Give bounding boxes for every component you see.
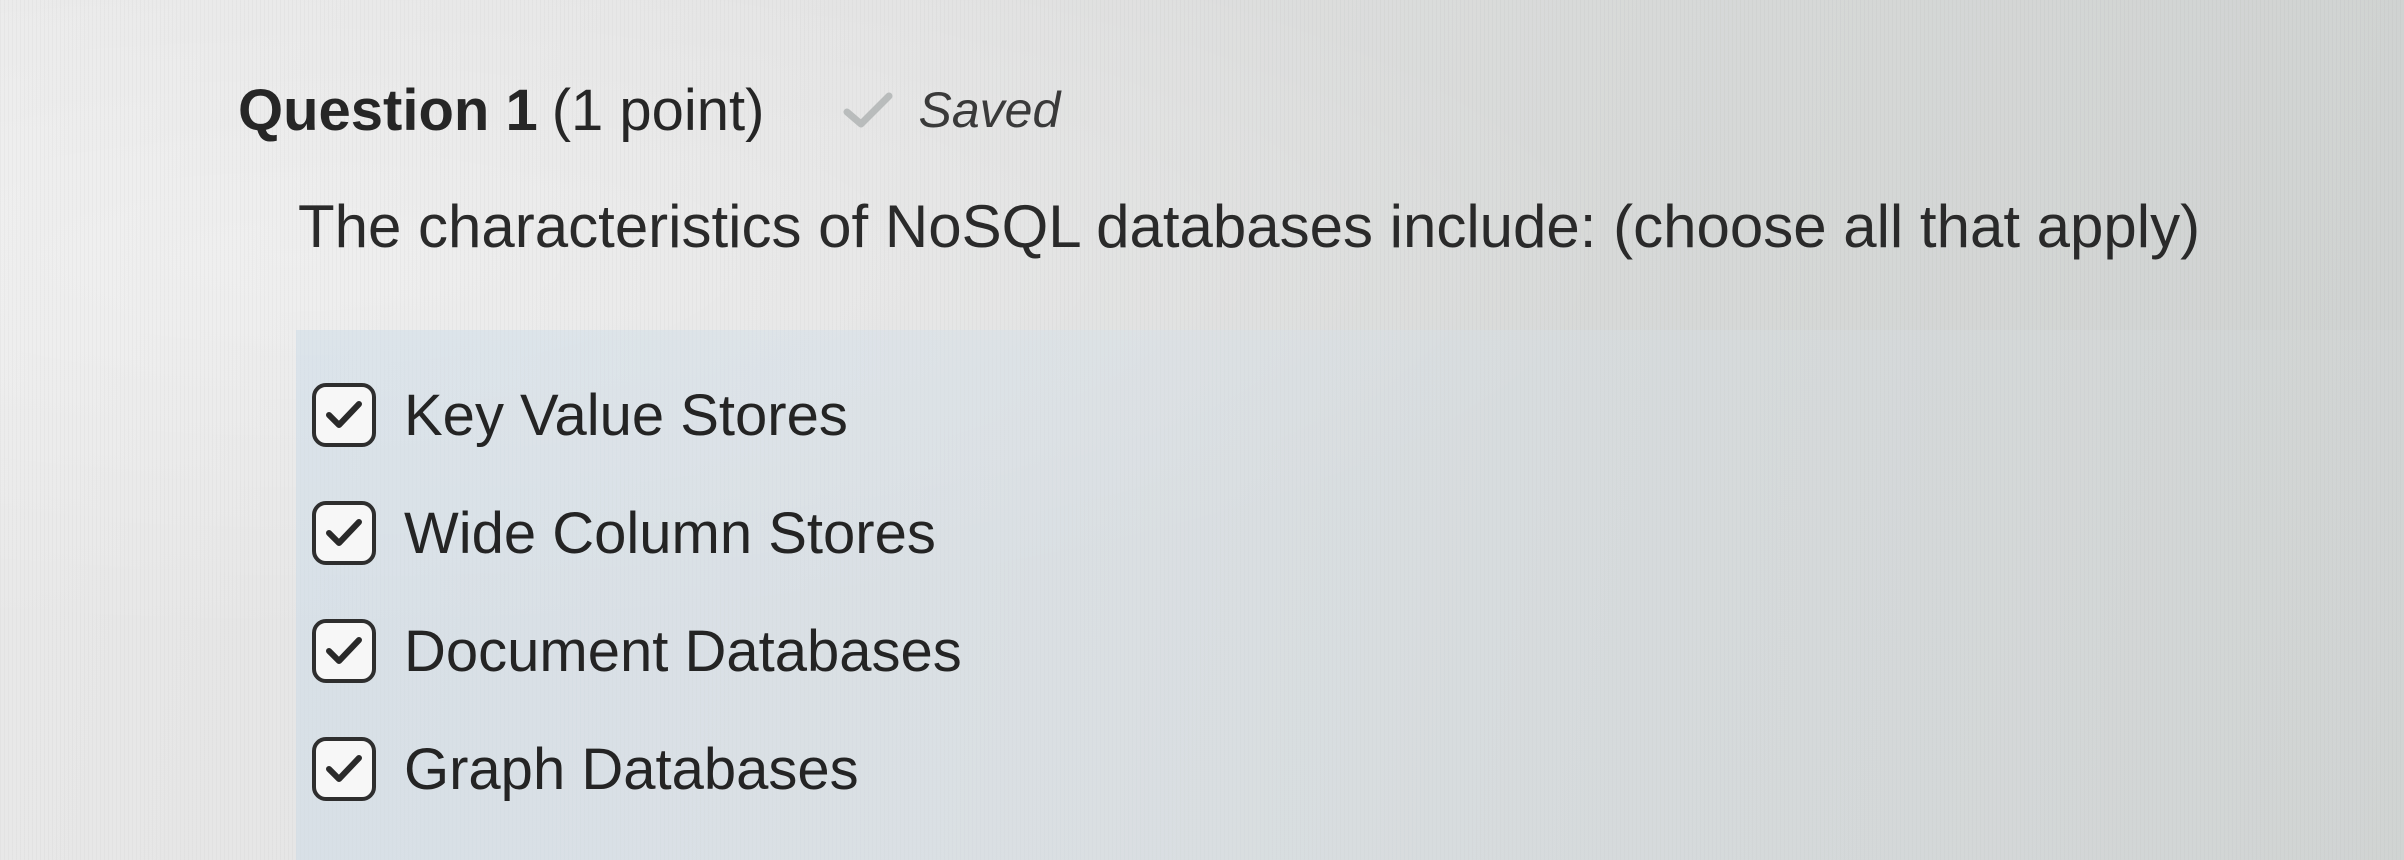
option-key-value-stores[interactable]: Key Value Stores bbox=[312, 356, 962, 474]
checkmark-icon bbox=[326, 519, 362, 546]
option-checkbox[interactable] bbox=[312, 619, 376, 683]
option-document-databases[interactable]: Document Databases bbox=[312, 592, 962, 710]
option-label: Key Value Stores bbox=[404, 382, 848, 448]
question-header: Question 1 (1 point) Saved bbox=[238, 70, 1060, 150]
option-label: Wide Column Stores bbox=[404, 500, 936, 566]
option-label: Document Databases bbox=[404, 618, 962, 684]
option-checkbox[interactable] bbox=[312, 383, 376, 447]
question-points: (1 point) bbox=[551, 77, 765, 143]
option-graph-databases[interactable]: Graph Databases bbox=[312, 710, 962, 828]
checkmark-icon bbox=[326, 637, 362, 664]
saved-check-icon bbox=[843, 92, 892, 128]
answer-option-list: Key Value Stores Wide Column Stores Docu… bbox=[312, 356, 962, 828]
option-checkbox[interactable] bbox=[312, 501, 376, 565]
save-status-label: Saved bbox=[918, 82, 1061, 138]
option-checkbox[interactable] bbox=[312, 737, 376, 801]
option-wide-column-stores[interactable]: Wide Column Stores bbox=[312, 474, 962, 592]
checkmark-icon bbox=[326, 401, 362, 428]
question-prompt: The characteristics of NoSQL databases i… bbox=[298, 193, 2201, 260]
checkmark-icon bbox=[326, 755, 362, 782]
option-label: Graph Databases bbox=[404, 736, 859, 802]
question-title: Question 1 bbox=[238, 77, 538, 143]
